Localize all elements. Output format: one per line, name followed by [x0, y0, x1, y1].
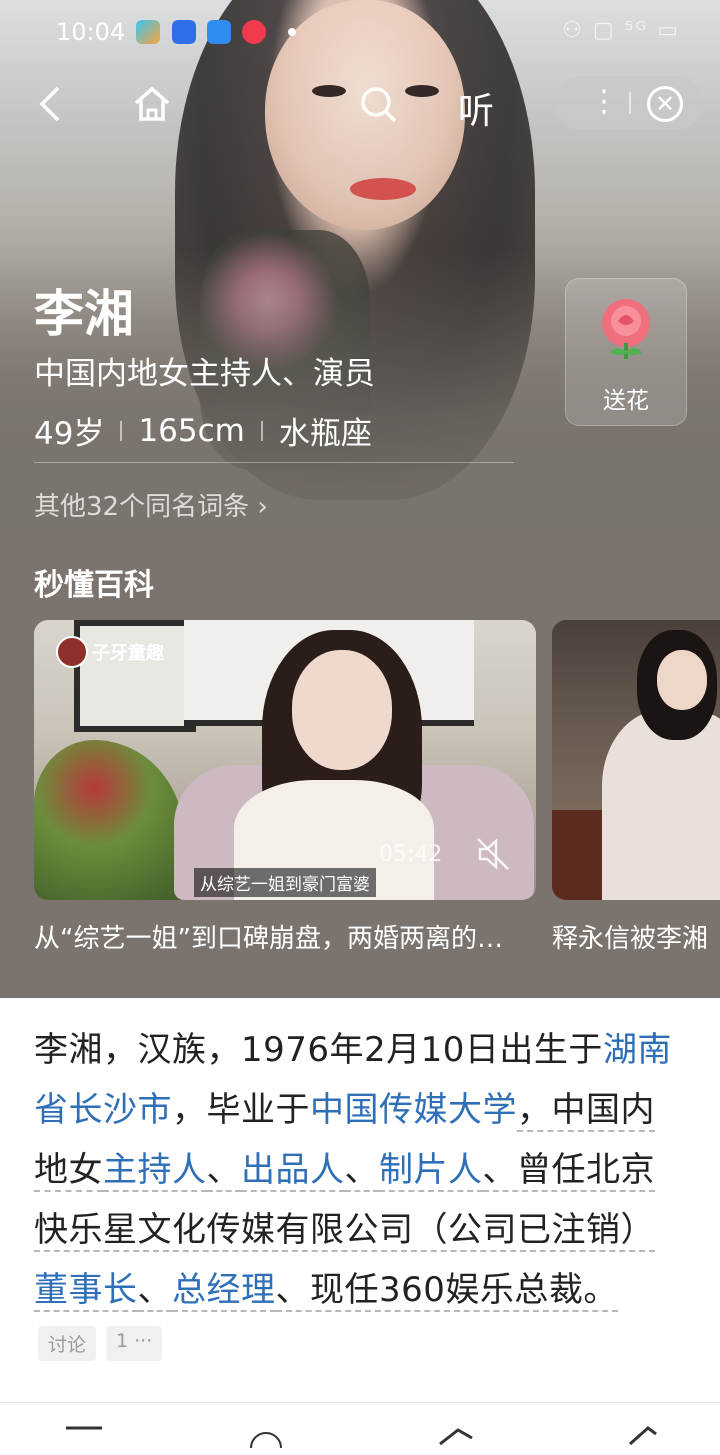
send-flower-label: 送花 — [603, 388, 649, 414]
summary-text: 、 — [137, 1270, 172, 1312]
video-person-face — [657, 650, 707, 710]
discuss-tag[interactable]: 讨论 — [38, 1326, 97, 1361]
status-indicators: ⚇ ▢ ⁵ᴳ ▭ — [562, 18, 680, 43]
summary-text: 、 — [344, 1150, 379, 1192]
listen-button[interactable]: 听 — [458, 82, 494, 134]
channel-logo-icon — [56, 636, 88, 668]
discuss-count-tag[interactable]: 1 ··· — [106, 1326, 163, 1361]
video-person-body — [602, 710, 720, 900]
close-circle-icon[interactable]: ✕ — [647, 86, 683, 122]
share-icon[interactable] — [436, 1423, 476, 1453]
rose-icon — [602, 299, 650, 359]
edit-icon[interactable] — [622, 1423, 662, 1453]
menu-icon[interactable] — [64, 1421, 104, 1451]
link-cuc[interactable]: 中国传媒大学 — [310, 1090, 517, 1130]
home-icon — [134, 86, 170, 121]
person-age: 49岁 — [34, 416, 105, 452]
link-chairman[interactable]: 董事长 — [34, 1270, 138, 1312]
summary-section: 李湘，汉族，1976年2月10日出生于湖南省长沙市，毕业于中国传媒大学，中国内地… — [0, 998, 720, 1455]
bottom-toolbar — [0, 1402, 720, 1455]
video-notification-icon — [242, 20, 266, 44]
link-host[interactable]: 主持人 — [103, 1150, 207, 1192]
fact-separator — [120, 420, 123, 441]
avatar-icon[interactable] — [248, 1425, 284, 1455]
link-producer[interactable]: 出品人 — [241, 1150, 345, 1192]
search-icon — [361, 87, 397, 123]
discussion-tags: 讨论 1 ··· — [38, 1326, 163, 1361]
baidu-notification-icon — [172, 20, 196, 44]
video-card[interactable] — [552, 620, 720, 900]
link-film-producer[interactable]: 制片人 — [379, 1150, 483, 1192]
channel-logo-text: 子牙童趣 — [92, 643, 164, 664]
more-notifications-dot — [288, 28, 296, 36]
section-title: 秒懂百科 — [34, 568, 154, 603]
video-subtitle: 从综艺一姐到豪门富婆 — [194, 868, 376, 897]
video-card[interactable]: 子牙童趣 05:42 从综艺一姐到豪门富婆 — [34, 620, 536, 900]
person-facts: 49岁 165cm 水瓶座 — [34, 408, 372, 453]
other-entries-link[interactable]: 其他32个同名词条 › — [34, 486, 268, 523]
hero-banner: 10:04 ⚇ ▢ ⁵ᴳ ▭ 听 ⋮ ✕ 李湘 中国内地女主持人、演员 49岁 … — [0, 0, 720, 998]
message-notification-icon — [207, 20, 231, 44]
home-button[interactable] — [132, 84, 172, 131]
profile-divider — [34, 462, 514, 463]
video-caption[interactable]: 从“综艺一姐”到口碑崩盘，两婚两离的… — [34, 918, 524, 955]
person-description: 中国内地女主持人、演员 — [34, 356, 375, 392]
summary-text: ，毕业于 — [172, 1090, 310, 1130]
search-button[interactable] — [358, 84, 398, 131]
summary-paragraph: 李湘，汉族，1976年2月10日出生于湖南省长沙市，毕业于中国传媒大学，中国内地… — [34, 1020, 686, 1320]
summary-text: 李湘，汉族，1976年2月10日出生于 — [34, 1030, 603, 1070]
app-notification-icon — [136, 20, 160, 44]
capsule-divider — [629, 92, 631, 114]
person-height: 165cm — [138, 412, 245, 449]
summary-text: 、现任360娱乐总裁。 — [275, 1270, 618, 1312]
video-bg-plant — [34, 740, 184, 900]
person-name: 李湘 — [34, 285, 134, 343]
status-time: 10:04 — [56, 18, 126, 46]
chevron-left-icon — [39, 86, 60, 122]
send-flower-button[interactable]: 送花 — [565, 278, 687, 426]
mute-icon[interactable] — [474, 835, 512, 873]
video-person-face — [292, 650, 392, 770]
channel-logo: 子牙童趣 — [56, 636, 164, 668]
miniapp-capsule: ⋮ ✕ — [555, 76, 703, 130]
status-bar: 10:04 ⚇ ▢ ⁵ᴳ ▭ — [0, 0, 720, 64]
link-general-manager[interactable]: 总经理 — [172, 1270, 276, 1312]
video-caption[interactable]: 释永信被李湘 — [552, 918, 720, 955]
back-button[interactable] — [34, 84, 66, 131]
summary-text: 、 — [206, 1150, 241, 1192]
fact-separator — [260, 420, 263, 441]
person-zodiac: 水瓶座 — [278, 416, 372, 452]
more-dots-icon[interactable]: ⋮ — [589, 84, 619, 120]
video-duration: 05:42 — [379, 842, 443, 867]
